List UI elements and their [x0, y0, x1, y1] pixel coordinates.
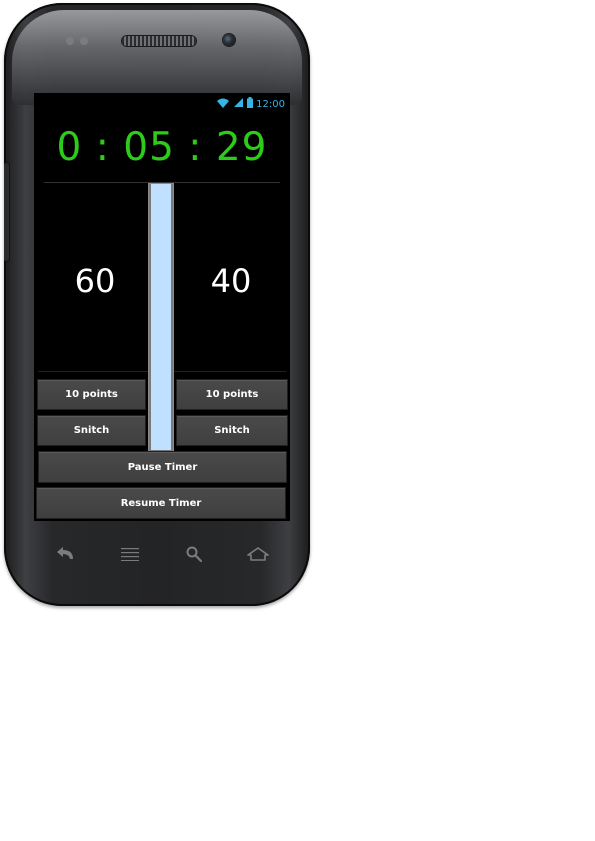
battery-icon: [247, 97, 254, 111]
right-snitch-button[interactable]: Snitch: [176, 415, 288, 446]
score-balance-fill: [151, 184, 171, 450]
proximity-sensor: [66, 37, 100, 45]
right-team-score: 40: [210, 262, 252, 300]
game-timer: 0 : 05 : 29: [56, 125, 268, 170]
earpiece-speaker: [122, 36, 196, 46]
front-camera-icon: [223, 34, 235, 46]
search-icon[interactable]: [180, 545, 208, 563]
status-bar: 12:00: [34, 93, 290, 115]
app-screen: 12:00 0 : 05 : 29 60 40 10 points 10 poi…: [34, 93, 290, 521]
left-team-score: 60: [74, 262, 116, 300]
signal-icon: [233, 97, 244, 111]
right-10-points-button[interactable]: 10 points: [176, 379, 288, 410]
volume-button[interactable]: [4, 163, 9, 261]
phone-frame: 12:00 0 : 05 : 29 60 40 10 points 10 poi…: [4, 3, 310, 606]
resume-timer-button[interactable]: Resume Timer: [36, 487, 286, 519]
wifi-icon: [216, 97, 230, 112]
score-balance-bar: [148, 183, 174, 453]
navigation-bar: [34, 535, 290, 573]
home-icon[interactable]: [244, 545, 272, 563]
status-icons: 12:00: [216, 97, 285, 111]
pause-timer-button[interactable]: Pause Timer: [38, 451, 287, 483]
menu-icon[interactable]: [116, 545, 144, 563]
phone-top-bezel: [12, 10, 302, 105]
status-time: 12:00: [256, 98, 285, 110]
back-icon[interactable]: [52, 545, 80, 563]
left-10-points-button[interactable]: 10 points: [37, 379, 146, 410]
left-snitch-button[interactable]: Snitch: [37, 415, 146, 446]
